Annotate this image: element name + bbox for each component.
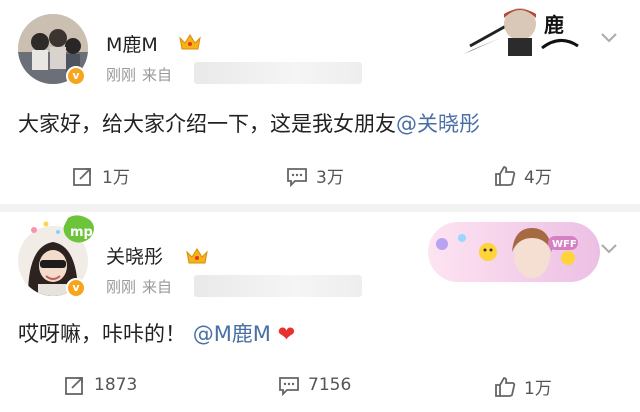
post-separator (0, 204, 640, 212)
action-bar: 1873 7156 1万 (0, 374, 640, 404)
like-button[interactable]: 4万 (494, 163, 552, 188)
repost-count: 1万 (102, 168, 130, 188)
post-text: 哎呀嘛，咔咔的！ (18, 322, 186, 346)
blurred-source (194, 275, 362, 297)
post-body: 大家好，给大家介绍一下，这是我女朋友@关晓彤 (18, 108, 480, 138)
banner-tag: WFF (552, 239, 577, 250)
comment-count: 3万 (316, 168, 344, 188)
comment-icon (287, 167, 307, 187)
repost-button[interactable]: 1873 (64, 374, 137, 396)
post-source-prefix: 来自 (142, 66, 173, 84)
action-bar: 1万 3万 4万 (0, 163, 640, 193)
comment-count: 7156 (308, 375, 352, 395)
like-icon (495, 165, 516, 186)
post-source-prefix: 来自 (142, 278, 173, 296)
heart-emoji: ❤ (277, 322, 296, 346)
repost-button[interactable]: 1万 (72, 163, 130, 188)
repost-icon (73, 167, 91, 186)
mention-link[interactable]: @M鹿M (193, 322, 271, 346)
post-meta: 刚刚 来自 (106, 276, 172, 297)
mention-link[interactable]: @关晓彤 (396, 112, 480, 136)
comment-button[interactable]: 3万 (286, 163, 344, 188)
banner-decoration: WFF (428, 222, 600, 282)
repost-icon (65, 377, 83, 395)
post-time: 刚刚 (106, 66, 137, 84)
username[interactable]: 关晓彤 (106, 242, 163, 269)
like-button[interactable]: 1万 (494, 374, 552, 399)
verified-badge-icon: v (66, 66, 86, 86)
verified-badge-icon: v (66, 278, 86, 298)
weibo-post-1: v M鹿M 刚刚 来自 鹿 大家好，给大家介绍一下，这是我女朋友@关晓彤 1万 (0, 0, 640, 204)
svg-text:mp: mp (70, 225, 93, 240)
post-meta: 刚刚 来自 (106, 64, 172, 85)
comment-button[interactable]: 7156 (278, 374, 351, 396)
comment-icon (279, 377, 299, 396)
chevron-down-icon[interactable] (600, 32, 618, 44)
repost-count: 1873 (94, 375, 138, 395)
mp-badge-decoration: mp (31, 215, 94, 243)
post-body: 哎呀嘛，咔咔的！ @M鹿M ❤ (18, 318, 295, 348)
post-time: 刚刚 (106, 278, 137, 296)
crown-icon (179, 34, 201, 50)
blurred-source (194, 62, 362, 84)
like-count: 4万 (524, 168, 552, 188)
banner-decoration: 鹿 (464, 8, 579, 56)
post-text: 大家好，给大家介绍一下，这是我女朋友 (18, 112, 396, 136)
username[interactable]: M鹿M (106, 30, 158, 57)
chevron-down-icon[interactable] (600, 243, 618, 255)
crown-icon (186, 248, 208, 264)
like-count: 1万 (524, 379, 552, 399)
banner-text: 鹿 (544, 13, 564, 37)
like-icon (495, 376, 516, 397)
